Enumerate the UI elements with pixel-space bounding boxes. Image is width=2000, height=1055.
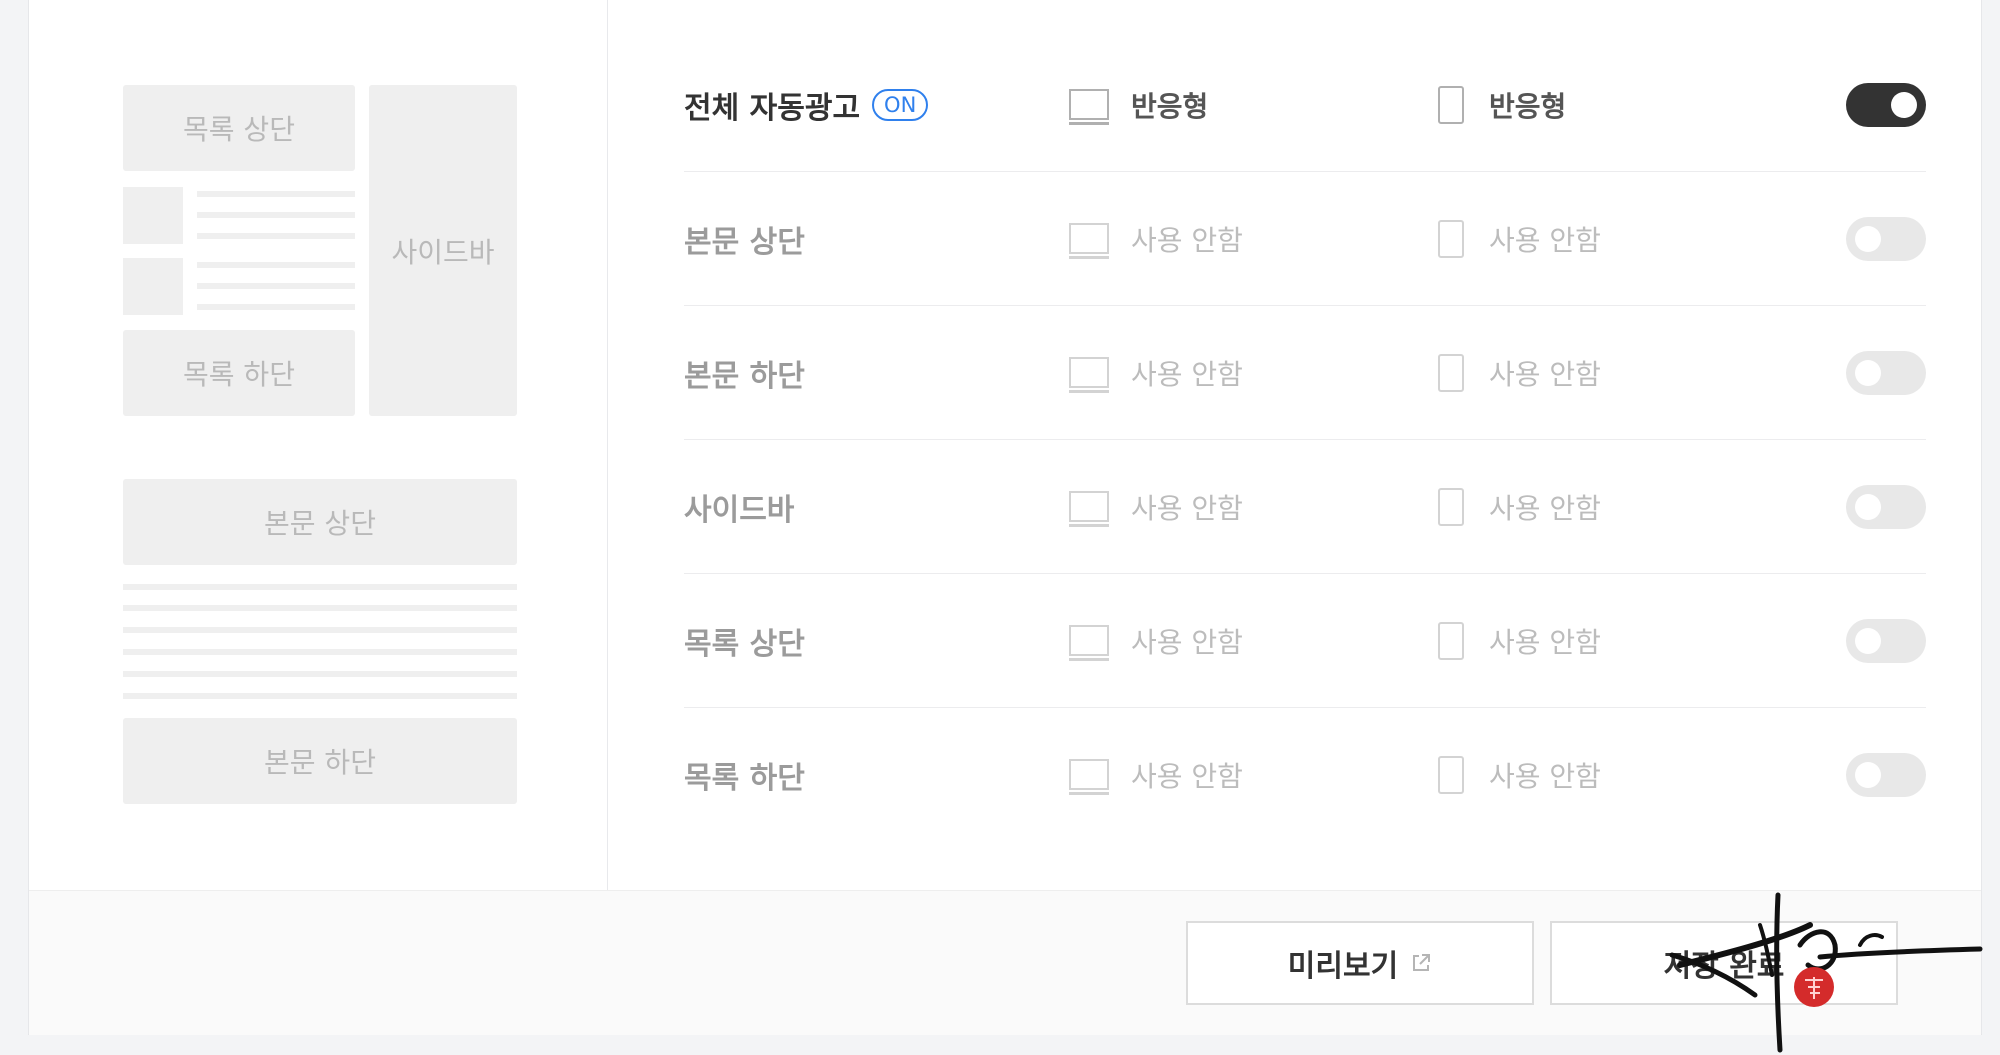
monitor-icon — [1069, 356, 1109, 393]
phone-icon — [1438, 85, 1464, 124]
row-body-bottom: 본문 하단 사용 안함 사용 안함 — [684, 306, 1926, 440]
phone-icon — [1438, 353, 1464, 392]
desktop-option[interactable]: 사용 안함 — [1131, 306, 1243, 439]
monitor-icon — [1069, 222, 1109, 259]
mobile-option[interactable]: 사용 안함 — [1489, 574, 1601, 707]
row-body-top: 본문 상단 사용 안함 사용 안함 — [684, 172, 1926, 306]
row-title: 본문 상단 — [684, 224, 805, 260]
row-sidebar: 사이드바 사용 안함 사용 안함 — [684, 440, 1926, 574]
desktop-option[interactable]: 반응형 — [1131, 38, 1208, 171]
preview-button[interactable]: 미리보기 — [1186, 921, 1534, 1005]
row-title: 본문 하단 — [684, 358, 805, 394]
toggle-knob — [1855, 493, 1881, 520]
signature-watermark — [1669, 892, 1983, 1053]
row-title: 사이드바 — [684, 492, 795, 528]
toggle-knob — [1855, 225, 1881, 252]
toggle-knob — [1855, 627, 1881, 654]
mobile-option[interactable]: 사용 안함 — [1489, 440, 1601, 573]
row-title: 목록 상단 — [684, 626, 805, 662]
row-auto-ads: 전체 자동광고 ON 반응형 반응형 — [684, 38, 1926, 172]
status-badge: ON — [872, 88, 929, 121]
ad-settings-panel: 목록 상단 목록 하단 사이드바 본문 상단 본문 하단 전체 자동광고 ON … — [28, 0, 1982, 1035]
phone-icon — [1438, 755, 1464, 794]
toggle-knob — [1855, 761, 1881, 788]
row-title: 전체 자동광고 — [684, 90, 861, 126]
phone-icon — [1438, 219, 1464, 258]
ad-position-list: 전체 자동광고 ON 반응형 반응형 본문 상단 사용 안함 사용 안함 본문 … — [29, 0, 1981, 890]
toggle-knob — [1891, 91, 1917, 118]
monitor-icon — [1069, 88, 1109, 125]
monitor-icon — [1069, 490, 1109, 527]
auto-ads-toggle[interactable] — [1846, 82, 1926, 127]
mobile-option[interactable]: 사용 안함 — [1489, 172, 1601, 305]
desktop-option[interactable]: 사용 안함 — [1131, 574, 1243, 707]
preview-button-label: 미리보기 — [1287, 949, 1399, 984]
monitor-icon — [1069, 758, 1109, 795]
desktop-option[interactable]: 사용 안함 — [1131, 708, 1243, 841]
settings-content: 목록 상단 목록 하단 사이드바 본문 상단 본문 하단 전체 자동광고 ON … — [29, 0, 1981, 890]
row-label: 전체 자동광고 ON — [684, 38, 929, 171]
sidebar-toggle[interactable] — [1846, 484, 1926, 529]
row-list-top: 목록 상단 사용 안함 사용 안함 — [684, 574, 1926, 708]
mobile-option[interactable]: 사용 안함 — [1489, 708, 1601, 841]
list-top-toggle[interactable] — [1846, 618, 1926, 663]
external-link-icon — [1413, 954, 1431, 971]
mobile-option[interactable]: 사용 안함 — [1489, 306, 1601, 439]
monitor-icon — [1069, 624, 1109, 661]
toggle-knob — [1855, 359, 1881, 386]
row-list-bottom: 목록 하단 사용 안함 사용 안함 — [684, 708, 1926, 841]
phone-icon — [1438, 621, 1464, 660]
body-bottom-toggle[interactable] — [1846, 350, 1926, 395]
row-title: 목록 하단 — [684, 760, 805, 796]
phone-icon — [1438, 487, 1464, 526]
mobile-option[interactable]: 반응형 — [1489, 38, 1566, 171]
list-bottom-toggle[interactable] — [1846, 752, 1926, 797]
desktop-option[interactable]: 사용 안함 — [1131, 172, 1243, 305]
body-top-toggle[interactable] — [1846, 216, 1926, 261]
desktop-option[interactable]: 사용 안함 — [1131, 440, 1243, 573]
